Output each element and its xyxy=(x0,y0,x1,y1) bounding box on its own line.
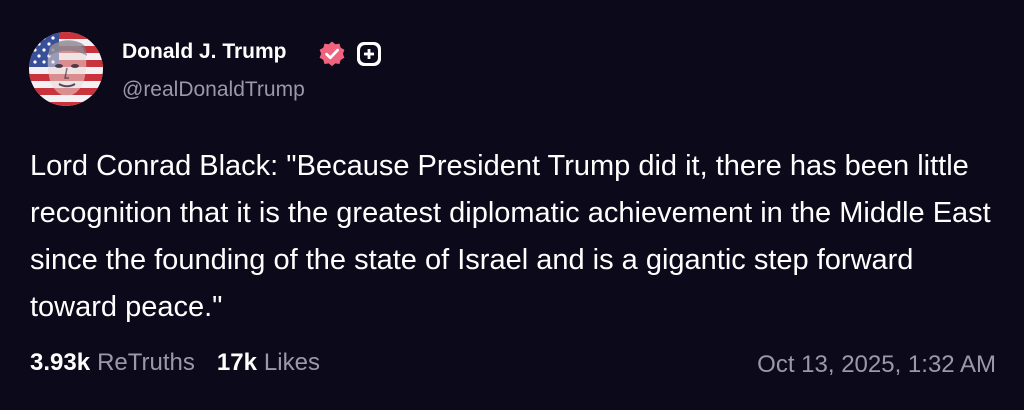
likes-stat[interactable]: 17k Likes xyxy=(217,349,320,377)
post-timestamp[interactable]: Oct 13, 2025, 1:32 AM xyxy=(757,351,996,379)
retruths-label: ReTruths xyxy=(97,349,195,376)
retruths-stat[interactable]: 3.93k ReTruths xyxy=(30,349,195,377)
likes-label: Likes xyxy=(263,349,320,376)
author-display-name[interactable]: Donald J. Trump xyxy=(122,40,287,64)
plus-badge-icon xyxy=(357,42,381,66)
author-avatar[interactable] xyxy=(29,32,103,106)
flag-portrait-avatar xyxy=(29,32,103,106)
retruths-count: 3.93k xyxy=(30,349,91,376)
verified-badge-icon xyxy=(318,40,346,68)
author-handle[interactable]: @realDonaldTrump xyxy=(122,78,305,102)
likes-count: 17k xyxy=(216,349,257,376)
post-stats: 3.93k ReTruths 17k Likes xyxy=(30,349,320,377)
post-text: Lord Conrad Black: "Because President Tr… xyxy=(30,150,991,323)
truth-post: Donald J. Trump @realDonaldTrump Lord Co… xyxy=(0,0,1024,410)
